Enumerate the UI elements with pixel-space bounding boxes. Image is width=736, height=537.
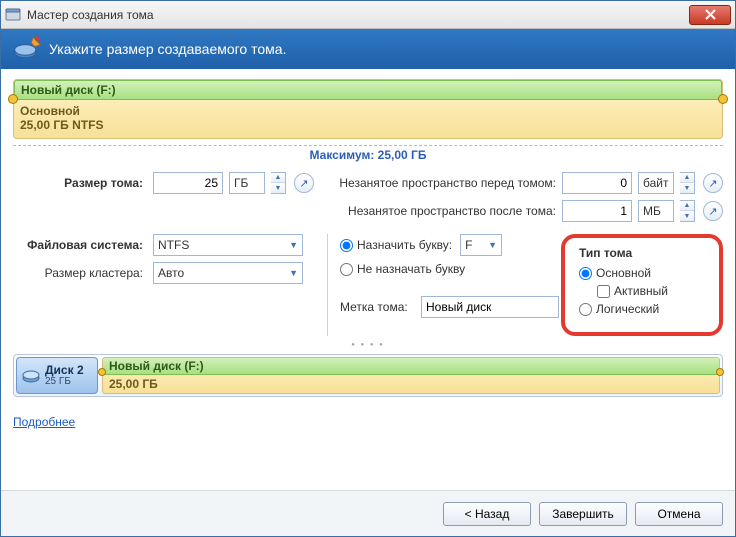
type-logical-radio[interactable]: Логический: [579, 302, 705, 316]
drive-letter-value: F: [465, 238, 472, 252]
disk-labels: Диск 2 25 ГБ: [45, 364, 84, 388]
titlebar: Мастер создания тома: [1, 1, 735, 29]
app-icon: [5, 7, 21, 23]
disk-layout: Диск 2 25 ГБ Новый диск (F:) 25,00 ГБ: [13, 354, 723, 397]
spinner-down-icon[interactable]: ▼: [680, 211, 694, 221]
chevron-down-icon: ▼: [289, 240, 298, 250]
wizard-window: Мастер создания тома Укажите размер созд…: [0, 0, 736, 537]
type-active-check[interactable]: Активный: [597, 284, 705, 298]
close-button[interactable]: [689, 5, 731, 25]
disk-icon: [22, 369, 40, 383]
no-assign-radio-input[interactable]: [340, 263, 353, 276]
no-assign-label: Не назначать букву: [357, 262, 465, 276]
partition-bar[interactable]: Новый диск (F:) Основной 25,00 ГБ NTFS: [13, 79, 723, 139]
unalloc-before-input[interactable]: [562, 172, 632, 194]
type-logical-label: Логический: [596, 302, 659, 316]
volume-label-label: Метка тома:: [340, 300, 415, 314]
partition-info: Основной 25,00 ГБ NTFS: [14, 100, 722, 138]
finish-button[interactable]: Завершить: [539, 502, 627, 526]
disk-partition-name: Новый диск (F:): [103, 358, 719, 375]
filesystem-select[interactable]: NTFS ▼: [153, 234, 303, 256]
assign-letter-radio[interactable]: Назначить букву: F ▼: [340, 234, 547, 256]
unalloc-before-spinner[interactable]: ▲▼: [680, 172, 695, 194]
disk-name: Диск 2: [45, 364, 84, 376]
cluster-select[interactable]: Авто ▼: [153, 262, 303, 284]
unalloc-before-label: Незанятое пространство перед томом:: [339, 176, 556, 190]
close-icon: [705, 9, 716, 20]
type-logical-radio-input[interactable]: [579, 303, 592, 316]
unalloc-after-spinner[interactable]: ▲▼: [680, 200, 695, 222]
unalloc-after-expand-button[interactable]: ↗: [703, 201, 723, 221]
resize-handle-left[interactable]: [8, 94, 18, 104]
resize-handle-left[interactable]: [98, 368, 106, 376]
spinner-up-icon[interactable]: ▲: [680, 201, 694, 211]
spinner-up-icon[interactable]: ▲: [680, 173, 694, 183]
volume-label-input[interactable]: [421, 296, 559, 318]
banner-disk-icon: [13, 35, 41, 63]
disk-partition[interactable]: Новый диск (F:) 25,00 ГБ: [102, 357, 720, 394]
unalloc-after-input[interactable]: [562, 200, 632, 222]
disk-size: 25 ГБ: [45, 376, 84, 388]
options-grid: Файловая система: NTFS ▼ Размер кластера…: [13, 234, 723, 336]
window-title: Мастер создания тома: [27, 8, 154, 22]
unalloc-before-unit[interactable]: байт: [638, 172, 674, 194]
chevron-down-icon: ▼: [488, 240, 497, 250]
partition-size: 25,00 ГБ NTFS: [20, 118, 716, 132]
content-area: Новый диск (F:) Основной 25,00 ГБ NTFS М…: [1, 69, 735, 490]
volume-type-title: Тип тома: [579, 246, 705, 260]
resize-handle-right[interactable]: [716, 368, 724, 376]
partition-type: Основной: [20, 104, 716, 118]
volume-size-expand-button[interactable]: ↗: [294, 173, 314, 193]
disk-tag[interactable]: Диск 2 25 ГБ: [16, 357, 98, 394]
banner-text: Укажите размер создаваемого тома.: [49, 41, 286, 57]
filesystem-label: Файловая система:: [13, 238, 143, 252]
spinner-up-icon[interactable]: ▲: [271, 173, 285, 183]
back-button[interactable]: < Назад: [443, 502, 531, 526]
type-active-check-input[interactable]: [597, 285, 610, 298]
footer: < Назад Завершить Отмена: [1, 490, 735, 536]
splitter[interactable]: ● ● ● ●: [13, 342, 723, 348]
size-fields: Размер тома: ГБ ▲▼ ↗ Незанятое пространс…: [13, 172, 723, 222]
filesystem-value: NTFS: [158, 238, 189, 252]
volume-size-spinner[interactable]: ▲▼: [271, 172, 286, 194]
partition-name: Новый диск (F:): [14, 80, 722, 100]
unalloc-after-unit[interactable]: МБ: [638, 200, 674, 222]
type-primary-radio[interactable]: Основной: [579, 266, 705, 280]
drive-letter-select[interactable]: F ▼: [460, 234, 502, 256]
unalloc-after-label: Незанятое пространство после тома:: [348, 204, 556, 218]
cluster-value: Авто: [158, 266, 184, 280]
assign-letter-radio-input[interactable]: [340, 239, 353, 252]
unalloc-before-expand-button[interactable]: ↗: [703, 173, 723, 193]
type-primary-label: Основной: [596, 266, 651, 280]
banner: Укажите размер создаваемого тома.: [1, 29, 735, 69]
cancel-button[interactable]: Отмена: [635, 502, 723, 526]
type-active-label: Активный: [614, 284, 668, 298]
spinner-down-icon[interactable]: ▼: [271, 183, 285, 193]
cluster-label: Размер кластера:: [13, 266, 143, 280]
assign-letter-label: Назначить букву:: [357, 238, 452, 252]
disk-partition-size: 25,00 ГБ: [103, 375, 719, 393]
volume-size-input[interactable]: [153, 172, 223, 194]
more-info-link[interactable]: Подробнее: [13, 415, 723, 429]
resize-handle-right[interactable]: [718, 94, 728, 104]
volume-size-label: Размер тома:: [13, 176, 143, 190]
no-assign-radio[interactable]: Не назначать букву: [340, 262, 547, 276]
type-primary-radio-input[interactable]: [579, 267, 592, 280]
spinner-down-icon[interactable]: ▼: [680, 183, 694, 193]
maximum-label: Максимум: 25,00 ГБ: [13, 145, 723, 162]
volume-type-group: Тип тома Основной Активный Логический: [561, 234, 723, 336]
volume-size-unit[interactable]: ГБ: [229, 172, 265, 194]
chevron-down-icon: ▼: [289, 268, 298, 278]
